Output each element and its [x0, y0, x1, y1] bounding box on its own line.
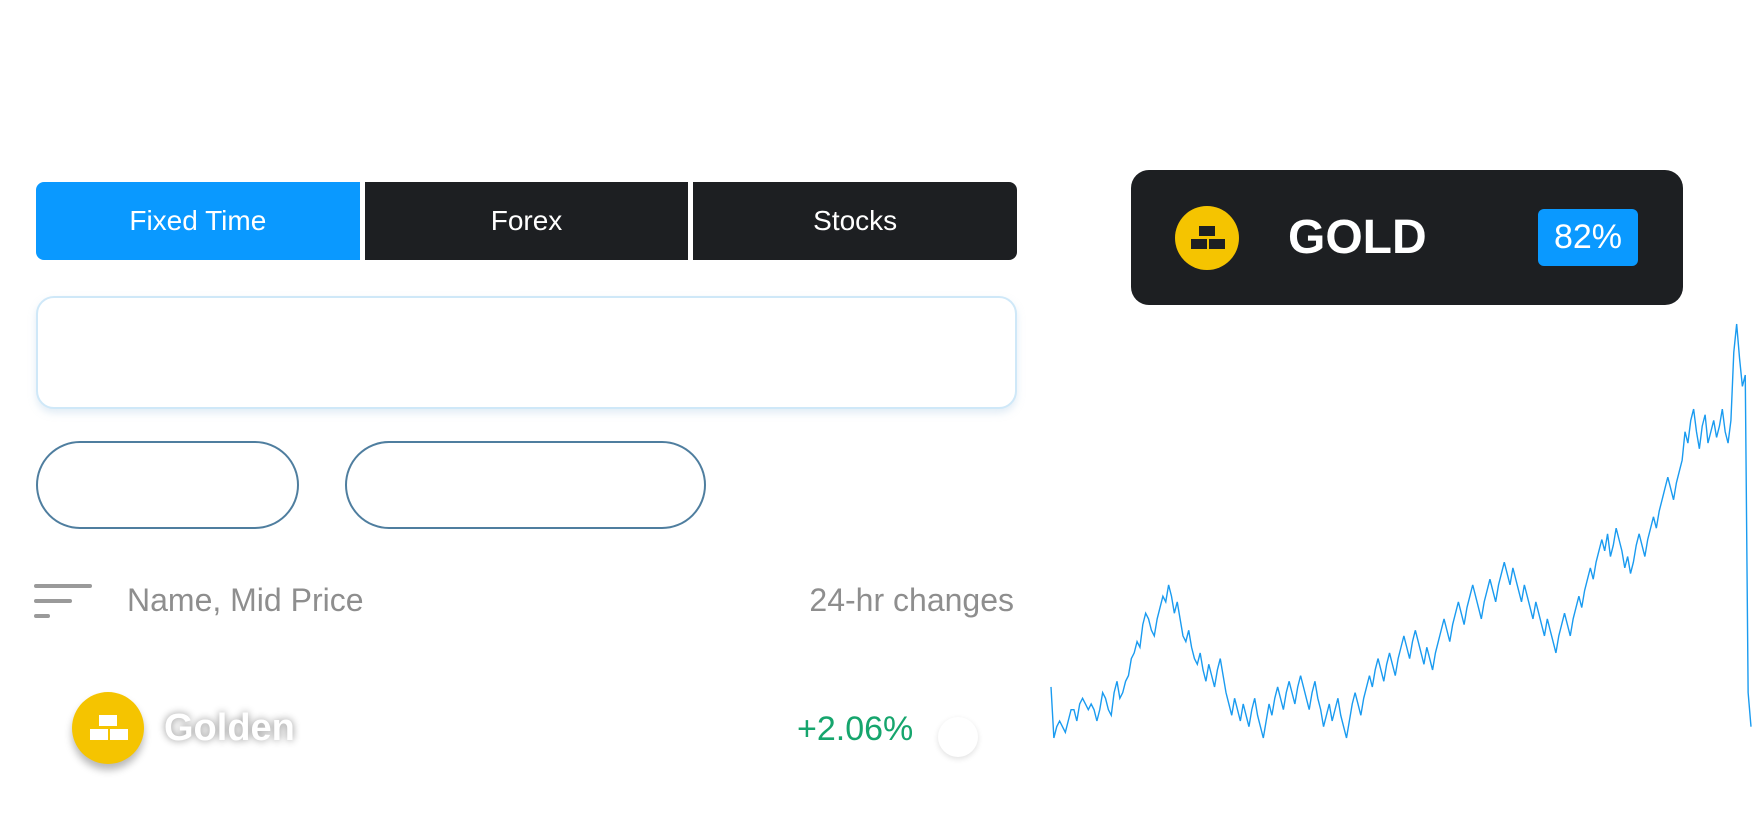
asset-card[interactable]: GOLD 82% — [1131, 170, 1683, 305]
tab-stocks[interactable]: Stocks — [693, 182, 1018, 260]
price-line — [1050, 323, 1752, 739]
asset-change: +2.06% — [797, 710, 914, 748]
sort-label[interactable]: Name, Mid Price — [127, 582, 364, 619]
market-tabs: Fixed Time Forex Stocks — [36, 182, 1018, 260]
filter-button-1[interactable] — [36, 441, 299, 529]
sort-icon[interactable] — [34, 584, 94, 620]
asset-card-title: GOLD — [1288, 211, 1427, 264]
favorite-toggle[interactable] — [938, 717, 978, 757]
price-chart — [1050, 323, 1752, 739]
gold-bars-icon — [1175, 206, 1239, 270]
gold-bars-icon — [72, 692, 144, 764]
filter-button-2[interactable] — [345, 441, 706, 529]
change-column-label: 24-hr changes — [809, 582, 1014, 618]
search-input[interactable] — [36, 296, 1017, 409]
payout-badge: 82% — [1538, 209, 1638, 266]
tab-forex[interactable]: Forex — [364, 182, 689, 260]
tab-fixed-time[interactable]: Fixed Time — [36, 182, 360, 260]
asset-name[interactable]: Golden — [164, 707, 295, 750]
